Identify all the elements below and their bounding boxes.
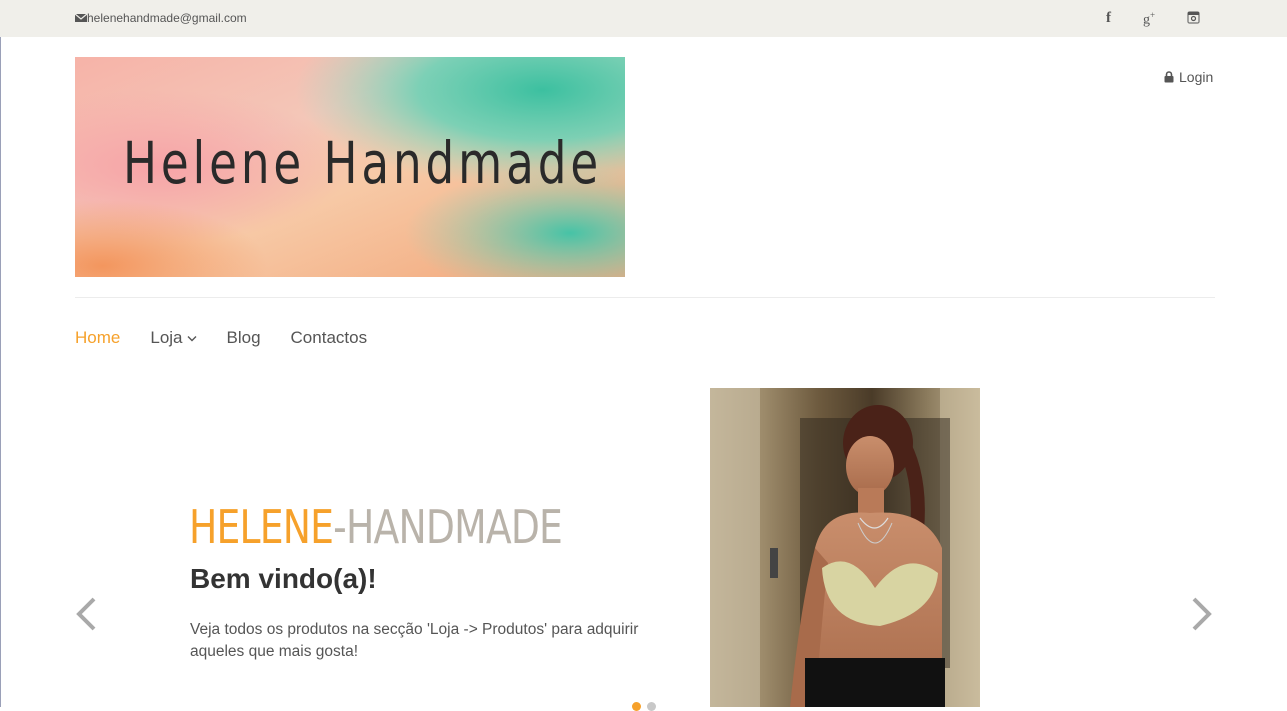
slider-prev-button[interactable] <box>74 596 98 632</box>
nav-label: Blog <box>226 328 261 347</box>
nav-label: Contactos <box>290 328 368 347</box>
main-nav: Home Loja Blog Contactos <box>75 328 397 348</box>
nav-label: Loja <box>150 328 183 347</box>
login-link[interactable]: Login <box>1164 69 1213 85</box>
nav-item-home[interactable]: Home <box>75 328 120 348</box>
chevron-right-icon <box>1190 596 1214 632</box>
brand-part-2: -HANDMADE <box>333 500 563 554</box>
header-divider <box>75 297 1215 298</box>
nav-label: Home <box>75 328 121 347</box>
banner-title: Helene Handmade <box>123 129 603 197</box>
site-logo-banner[interactable]: Helene Handmade <box>75 57 625 277</box>
slide-description: Veja todos os produtos na secção 'Loja -… <box>190 621 639 660</box>
brand-part-1: HELENE <box>189 500 334 554</box>
slide-photo <box>710 388 980 707</box>
top-bar: helenehandmade@gmail.com f g+ <box>0 0 1287 37</box>
chevron-left-icon <box>74 596 98 632</box>
google-plus-icon[interactable]: g+ <box>1143 10 1155 29</box>
envelope-icon <box>75 13 87 23</box>
facebook-icon[interactable]: f <box>1106 10 1111 27</box>
login-label: Login <box>1179 69 1214 85</box>
nav-item-loja[interactable]: Loja <box>150 328 196 348</box>
instagram-icon[interactable] <box>1187 11 1200 24</box>
slider-next-button[interactable] <box>1190 596 1214 632</box>
contact-email[interactable]: helenehandmade@gmail.com <box>75 11 247 25</box>
slide-brand-title: HELENE-HANDMADE <box>189 500 563 554</box>
nav-item-contactos[interactable]: Contactos <box>291 328 368 348</box>
email-text: helenehandmade@gmail.com <box>87 11 247 25</box>
nav-item-blog[interactable]: Blog <box>227 328 261 348</box>
slide-heading: Bem vindo(a)! <box>190 563 377 594</box>
lock-icon <box>1164 71 1174 83</box>
page-edge <box>0 37 1 707</box>
chevron-down-icon <box>187 335 197 342</box>
